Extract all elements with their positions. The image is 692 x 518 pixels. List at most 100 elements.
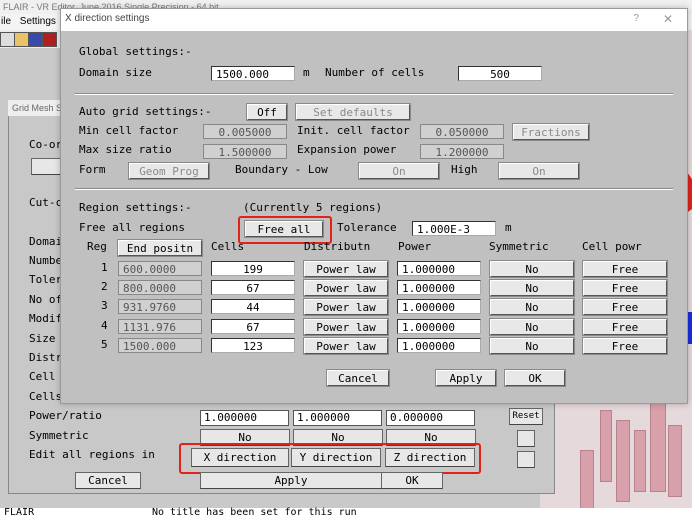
gm-side-icon-2[interactable] xyxy=(517,451,535,468)
auto-grid-heading: Auto grid settings:- xyxy=(79,105,212,118)
region-symmetric-button[interactable]: No xyxy=(489,260,575,278)
gm-power-ratio-label: Power/ratio xyxy=(29,409,102,422)
region-cellpowr-button[interactable]: Free xyxy=(582,318,668,336)
region-number: 4 xyxy=(101,319,108,332)
ok-button[interactable]: OK xyxy=(504,369,566,387)
gm-power-ratio-x[interactable]: 1.000000 xyxy=(200,410,289,426)
gm-reset-button[interactable]: Reset xyxy=(509,408,543,425)
gm-coor-button[interactable] xyxy=(31,158,63,175)
gm-apply-button[interactable]: Apply xyxy=(200,472,382,489)
new-file-icon[interactable] xyxy=(0,32,15,47)
fractions-button[interactable]: Fractions xyxy=(512,123,590,141)
col-end-position-button[interactable]: End positn xyxy=(117,239,203,257)
region-cells-field[interactable]: 123 xyxy=(211,338,295,353)
region-distrib-button[interactable]: Power law xyxy=(303,279,389,297)
set-defaults-button[interactable]: Set defaults xyxy=(295,103,411,121)
max-size-ratio-field[interactable]: 1.500000 xyxy=(203,144,287,159)
tolerance-field[interactable]: 1.000E-3 xyxy=(412,221,496,236)
region-cells-field[interactable]: 67 xyxy=(211,319,295,334)
gm-label-domain: Domai xyxy=(29,235,63,248)
region-distrib-button[interactable]: Power law xyxy=(303,260,389,278)
region-end-field[interactable]: 931.9760 xyxy=(118,299,202,314)
region-cellpowr-button[interactable]: Free xyxy=(582,279,668,297)
region-power-field[interactable]: 1.000000 xyxy=(397,299,481,314)
region-symmetric-button[interactable]: No xyxy=(489,337,575,355)
region-end-field[interactable]: 600.0000 xyxy=(118,261,202,276)
menu-file[interactable]: ile xyxy=(0,16,11,27)
status-app-name: FLAIR xyxy=(4,507,35,518)
gm-side-icon-1[interactable] xyxy=(517,430,535,447)
region-end-field[interactable]: 800.0000 xyxy=(118,280,202,295)
gm-label-tolerance: Toler xyxy=(29,273,63,286)
region-power-field[interactable]: 1.000000 xyxy=(397,338,481,353)
cancel-button[interactable]: Cancel xyxy=(326,369,390,387)
building-block xyxy=(600,410,612,482)
region-cells-field[interactable]: 67 xyxy=(211,280,295,295)
region-symmetric-button[interactable]: No xyxy=(489,318,575,336)
free-all-regions-label: Free all regions xyxy=(79,221,185,234)
region-number: 2 xyxy=(101,280,108,293)
region-power-field[interactable]: 1.000000 xyxy=(397,319,481,334)
status-message: No title has been set for this run xyxy=(152,507,357,518)
min-cell-factor-label: Min cell factor xyxy=(79,124,179,137)
number-of-cells-field[interactable]: 500 xyxy=(458,66,542,81)
boundary-high-label: High xyxy=(451,163,478,176)
region-cells-field[interactable]: 199 xyxy=(211,261,295,276)
region-power-field[interactable]: 1.000000 xyxy=(397,261,481,276)
building-block xyxy=(580,450,594,512)
col-cell-powr: Cell powr xyxy=(582,240,642,253)
region-power-field[interactable]: 1.000000 xyxy=(397,280,481,295)
form-button[interactable]: Geom Prog xyxy=(128,162,210,180)
gm-label-cell: Cell xyxy=(29,370,56,383)
app-toolbar xyxy=(0,30,60,48)
domain-size-field[interactable]: 1500.000 xyxy=(211,66,295,81)
region-distrib-button[interactable]: Power law xyxy=(303,337,389,355)
col-power: Power xyxy=(398,240,432,253)
boundary-low-button[interactable]: On xyxy=(358,162,440,180)
gm-power-ratio-z[interactable]: 0.000000 xyxy=(386,410,475,426)
menu-settings[interactable]: Settings xyxy=(14,16,56,27)
gm-label-cells: Cells xyxy=(29,390,63,403)
gm-power-ratio-y[interactable]: 1.000000 xyxy=(293,410,382,426)
gm-ok-button[interactable]: OK xyxy=(381,472,443,489)
building-block xyxy=(668,425,682,497)
region-settings-heading: Region settings:- xyxy=(79,201,192,214)
region-cellpowr-button[interactable]: Free xyxy=(582,260,668,278)
region-symmetric-button[interactable]: No xyxy=(489,298,575,316)
building-block xyxy=(616,420,630,502)
help-icon[interactable]: ? xyxy=(633,9,639,29)
gm-symmetric-label: Symmetric xyxy=(29,429,89,442)
expansion-power-label: Expansion power xyxy=(297,143,397,156)
max-size-ratio-label: Max size ratio xyxy=(79,143,172,156)
toolbar-icon[interactable] xyxy=(42,32,57,47)
region-cellpowr-button[interactable]: Free xyxy=(582,298,668,316)
expansion-power-field[interactable]: 1.200000 xyxy=(420,144,504,159)
region-end-field[interactable]: 1500.000 xyxy=(118,338,202,353)
col-cells: Cells xyxy=(211,240,245,253)
region-cellpowr-button[interactable]: Free xyxy=(582,337,668,355)
tolerance-unit: m xyxy=(505,221,512,234)
region-cells-field[interactable]: 44 xyxy=(211,299,295,314)
region-number: 5 xyxy=(101,338,108,351)
boundary-high-button[interactable]: On xyxy=(498,162,580,180)
x-direction-settings-dialog: X direction settings ? ✕ Global settings… xyxy=(60,8,688,404)
min-cell-factor-field[interactable]: 0.005000 xyxy=(203,124,287,139)
region-count: (Currently 5 regions) xyxy=(243,201,383,214)
divider xyxy=(75,189,673,190)
gm-cancel-button[interactable]: Cancel xyxy=(75,472,141,489)
init-cell-factor-field[interactable]: 0.050000 xyxy=(420,124,504,139)
open-folder-icon[interactable] xyxy=(14,32,29,47)
apply-button[interactable]: Apply xyxy=(435,369,497,387)
gm-label-distrib: Distr xyxy=(29,351,63,364)
close-icon[interactable]: ✕ xyxy=(663,9,673,29)
region-symmetric-button[interactable]: No xyxy=(489,279,575,297)
init-cell-factor-label: Init. cell factor xyxy=(297,124,410,137)
region-distrib-button[interactable]: Power law xyxy=(303,298,389,316)
gm-label-coor: Co-or xyxy=(29,138,63,151)
region-end-field[interactable]: 1131.976 xyxy=(118,319,202,334)
gm-label-size: Size xyxy=(29,332,56,345)
domain-unit: m xyxy=(303,66,310,79)
region-distrib-button[interactable]: Power law xyxy=(303,318,389,336)
save-icon[interactable] xyxy=(28,32,43,47)
auto-grid-toggle[interactable]: Off xyxy=(246,103,288,121)
